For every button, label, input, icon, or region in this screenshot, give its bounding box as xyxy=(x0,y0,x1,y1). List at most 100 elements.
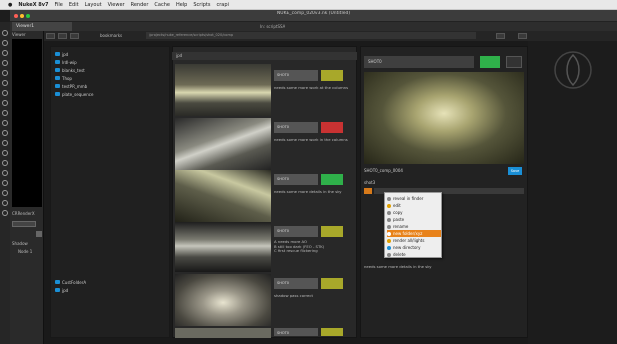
asset-note: needs some more work at the columns xyxy=(274,85,349,90)
menu-item-edit[interactable]: edit xyxy=(387,202,441,209)
apple-icon[interactable]: ● xyxy=(8,2,12,8)
menu-app[interactable]: NukeX 8v7 xyxy=(18,2,48,8)
bookmarks-label[interactable]: bookmarks xyxy=(100,33,122,38)
close-button[interactable] xyxy=(518,33,527,39)
menu-item-label: rename xyxy=(393,224,409,229)
asset-thumbnail[interactable] xyxy=(175,328,271,338)
pointer-tool-icon[interactable] xyxy=(2,30,8,36)
asset-name-field[interactable]: SHOT0 xyxy=(274,328,318,336)
folder-item[interactable]: blanks_test xyxy=(55,67,85,73)
color-tool-icon[interactable] xyxy=(2,60,8,66)
asset-note: shadow pass correct xyxy=(274,293,313,298)
views-tool-icon[interactable] xyxy=(2,130,8,136)
status-swatch[interactable] xyxy=(321,174,343,185)
filter-tool-icon[interactable] xyxy=(2,80,8,86)
folder-orange-icon[interactable] xyxy=(364,188,372,194)
gizmo-tool-icon[interactable] xyxy=(2,200,8,206)
menu-item-rename[interactable]: rename xyxy=(387,223,441,230)
status-swatch[interactable] xyxy=(321,70,343,81)
status-swatch[interactable] xyxy=(321,122,343,133)
folder-item[interactable]: testPR_mmb xyxy=(55,83,87,89)
settings-tool-icon[interactable] xyxy=(2,210,8,216)
menu-item-label: reveal in finder xyxy=(393,196,424,201)
folder-item[interactable]: plate_sequence xyxy=(55,91,93,97)
add-button[interactable] xyxy=(58,33,67,39)
asset-thumbnail[interactable] xyxy=(175,274,271,326)
menu-item-render[interactable]: render all/lights xyxy=(387,237,441,244)
tab-viewer[interactable]: Viewer1 xyxy=(12,22,72,31)
channel-tool-icon[interactable] xyxy=(2,70,8,76)
menu-file[interactable]: File xyxy=(55,2,63,8)
detail-note: needs some more details in the sky xyxy=(364,264,432,269)
path-field[interactable]: /projects/nuke_reference/scripts/shot_02… xyxy=(146,32,476,39)
folder-item[interactable]: CustFolderA xyxy=(55,279,86,285)
menu-item-new-folder[interactable]: new folder/xyz xyxy=(387,230,441,237)
toolsets-tool-icon[interactable] xyxy=(2,190,8,196)
finder-icon xyxy=(387,196,391,201)
asset-thumbnail[interactable] xyxy=(175,170,271,222)
transform-tool-icon[interactable] xyxy=(2,40,8,46)
merge-tool-icon[interactable] xyxy=(2,100,8,106)
render-field[interactable] xyxy=(12,221,36,227)
save-button[interactable]: Save xyxy=(508,167,522,175)
menu-item-reveal[interactable]: reveal in finder xyxy=(387,195,441,202)
menu-layout[interactable]: Layout xyxy=(85,2,102,8)
other-tool-icon[interactable] xyxy=(2,150,8,156)
copy-icon xyxy=(387,210,391,215)
directory-icon xyxy=(387,245,391,250)
deep-tool-icon[interactable] xyxy=(2,180,8,186)
folder-item[interactable]: lrdl-wip xyxy=(55,59,77,65)
meta-tool-icon[interactable] xyxy=(2,140,8,146)
tab-bar: Viewer1 In: scriptSSA xyxy=(10,22,617,31)
title-bar: NUKE_comp_020v3.nk (Untitled) xyxy=(10,10,617,22)
asset-thumbnail[interactable] xyxy=(175,118,271,170)
edit-button[interactable] xyxy=(506,56,522,68)
menu-item-copy[interactable]: copy xyxy=(387,209,441,216)
3d-tool-icon[interactable] xyxy=(2,120,8,126)
shadow-label: Shadow xyxy=(12,241,28,246)
menu-edit[interactable]: Edit xyxy=(69,2,79,8)
menu-cache[interactable]: Cache xyxy=(154,2,170,8)
menu-item-new-directory[interactable]: new directory xyxy=(387,244,441,251)
time-tool-icon[interactable] xyxy=(2,110,8,116)
particles-tool-icon[interactable] xyxy=(2,170,8,176)
render-toggle[interactable] xyxy=(36,231,42,237)
menu-render[interactable]: Render xyxy=(131,2,149,8)
detail-tags: shot3 xyxy=(364,180,376,185)
folder-item[interactable]: jpd xyxy=(55,287,68,293)
window-title: NUKE_comp_020v3.nk (Untitled) xyxy=(276,11,351,16)
status-swatch[interactable] xyxy=(321,278,343,289)
asset-name-field[interactable]: SHOT0 xyxy=(274,226,318,237)
menu-item-delete[interactable]: delete xyxy=(387,251,441,258)
view-button[interactable] xyxy=(70,33,79,39)
status-swatch[interactable] xyxy=(321,226,343,237)
status-swatch[interactable] xyxy=(321,328,343,336)
render-label: CRRenderX xyxy=(12,211,35,216)
settings-button[interactable] xyxy=(496,33,505,39)
detail-name-field[interactable]: SHOT0 xyxy=(364,56,474,68)
menu-viewer[interactable]: Viewer xyxy=(108,2,125,8)
folder-item[interactable]: Thop xyxy=(55,75,72,81)
folder-item[interactable]: jpd xyxy=(55,51,68,57)
folder-add-icon xyxy=(387,231,391,236)
asset-thumbnail[interactable] xyxy=(175,222,271,272)
plugins-tool-icon[interactable] xyxy=(2,160,8,166)
asset-name-field[interactable]: SHOT0 xyxy=(274,174,318,185)
home-button[interactable] xyxy=(46,33,55,39)
menu-item-paste[interactable]: paste xyxy=(387,216,441,223)
keyer-tool-icon[interactable] xyxy=(2,90,8,96)
detail-status-swatch[interactable] xyxy=(480,56,500,68)
tool-strip xyxy=(0,22,10,344)
asset-thumbnail[interactable] xyxy=(175,64,271,116)
asset-name-field[interactable]: SHOT0 xyxy=(274,70,318,81)
viewer-canvas[interactable] xyxy=(12,39,42,207)
folder-label: jpd xyxy=(62,287,69,293)
menu-scripts[interactable]: Scripts xyxy=(193,2,210,8)
asset-name-field[interactable]: SHOT0 xyxy=(274,278,318,289)
menu-crapi[interactable]: crapi xyxy=(216,2,228,8)
asset-name-field[interactable]: SHOT0 xyxy=(274,122,318,133)
draw-tool-icon[interactable] xyxy=(2,50,8,56)
menu-help[interactable]: Help xyxy=(176,2,187,8)
folder-icon xyxy=(55,280,60,284)
folder-label: jpd xyxy=(62,51,69,57)
